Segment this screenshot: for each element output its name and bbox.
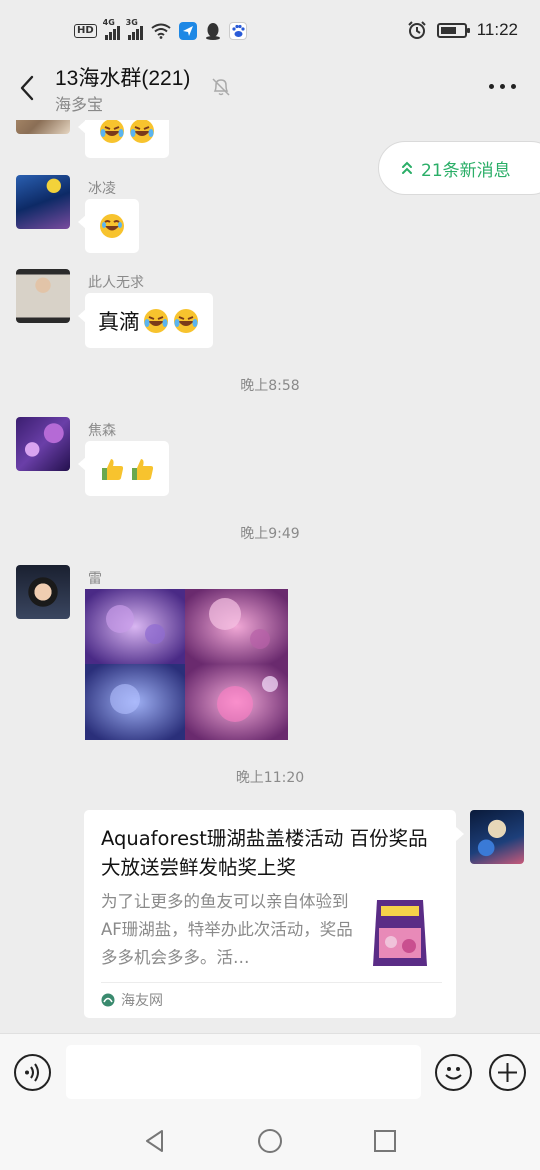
nav-back-icon[interactable] [142,1128,168,1154]
new-messages-button[interactable]: 21条新消息 [378,141,540,195]
link-card-title: Aquaforest珊湖盐盖楼活动 百份奖品大放送尝鲜发帖奖上奖 [101,827,428,879]
product-thumbnail-image [373,900,427,966]
message-timestamp: 晚上9:49 [240,526,300,542]
clock: 11:22 [476,20,518,39]
avatar[interactable] [16,175,70,229]
sender-name: 冰凌 [88,181,116,197]
chat-message-list[interactable]: 冰凌 此人无求 真滴 晚上8:58 焦森 晚上9:49 雷 晚上11:20 Aq… [0,120,540,1033]
source-logo-icon [101,993,115,1007]
nav-recents-icon[interactable] [372,1128,398,1154]
sender-name: 焦森 [88,423,116,439]
double-chevron-up-icon [402,161,412,174]
laugh-cry-emoji-icon [100,120,124,143]
link-card-description: 为了让更多的鱼友可以亲自体验到AF珊湖盐，特举办此次活动，奖品多多机会多多。活… [101,892,353,967]
hd-icon: HD [74,24,97,38]
avatar[interactable] [16,417,70,471]
more-options-button[interactable] [489,84,516,89]
laugh-cry-emoji-icon [130,120,154,143]
thumbs-up-emoji-icon [132,458,154,480]
baidu-icon [228,22,247,40]
coral-photo-image[interactable] [85,589,288,740]
message-input[interactable] [66,1045,421,1099]
voice-input-button[interactable] [14,1054,51,1091]
link-card-divider [101,982,442,983]
laugh-cry-emoji-icon [144,308,168,333]
message-bubble[interactable] [78,441,169,496]
avatar[interactable] [16,565,70,619]
message-text: 真滴 [98,309,140,334]
coral-photo-collage [85,589,288,740]
message-timestamp: 晚上11:20 [235,770,305,786]
status-left-icons: HD 4G 3G [74,18,247,40]
chat-subtitle: 海多宝 [55,95,104,114]
sender-name: 雷 [88,571,102,587]
signal-4g-icon: 4G [103,18,120,40]
more-dot-icon [500,84,505,89]
voice-icon [25,1063,39,1082]
battery-fill [440,26,456,34]
nav-home-icon[interactable] [257,1128,283,1154]
message-bubble[interactable] [78,199,139,253]
input-bar [0,1033,540,1110]
message-bubble[interactable]: 真滴 [78,293,213,348]
chat-title: 13海水群(221) [55,67,191,90]
plus-icon [498,1063,517,1082]
signal-3g-icon: 3G [126,18,143,40]
message-timestamp: 晚上8:58 [240,378,300,394]
qq-icon [205,23,220,40]
system-nav-bar [0,1110,540,1170]
laugh-cry-emoji-icon [174,308,198,333]
chat-header: 13海水群(221) 海多宝 [0,62,540,120]
status-bar: HD 4G 3G 11:22 [0,0,540,62]
more-dot-icon [489,84,494,89]
battery-icon [436,22,470,38]
smiley-icon [445,1067,462,1080]
more-dot-icon [511,84,516,89]
sender-name: 此人无求 [88,275,144,291]
more-functions-button[interactable] [489,1054,526,1091]
avatar[interactable] [16,120,70,134]
tears-of-joy-emoji-icon [100,214,124,238]
mute-bell-icon [212,78,230,96]
signal-3g-label: 3G [125,18,138,27]
link-card-source-label: 海友网 [121,993,163,1009]
new-messages-label: 21条新消息 [421,160,511,181]
wifi-icon [151,23,171,39]
link-card[interactable]: Aquaforest珊湖盐盖楼活动 百份奖品大放送尝鲜发帖奖上奖 为了让更多的鱼… [84,810,464,1018]
alarm-icon [408,21,426,39]
emoji-button[interactable] [435,1054,472,1091]
thumbs-up-emoji-icon [102,458,124,480]
message-bubble[interactable] [78,120,169,158]
signal-4g-label: 4G [102,18,115,27]
status-right-icons: 11:22 [407,20,518,40]
my-avatar[interactable] [470,810,524,864]
back-arrow-icon[interactable] [14,72,42,104]
app-notification-icon [178,22,197,40]
link-card-source: 海友网 [101,990,163,1010]
avatar[interactable] [16,269,70,323]
